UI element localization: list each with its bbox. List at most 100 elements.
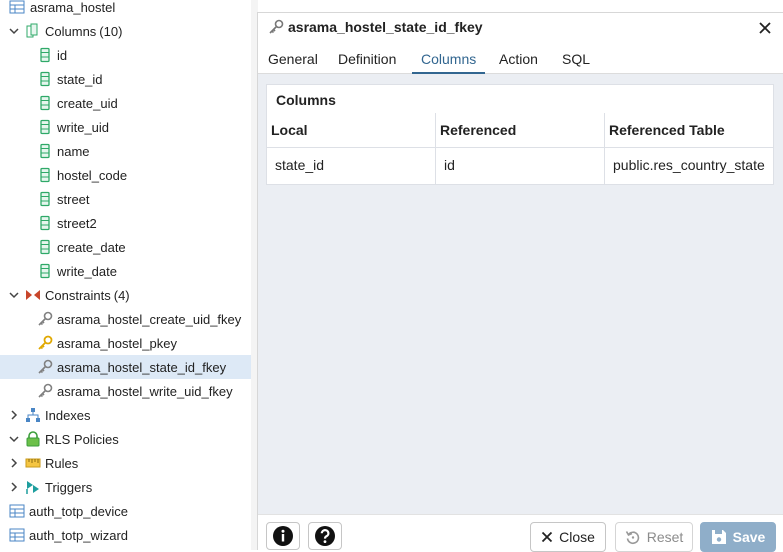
indexes-icon (25, 407, 41, 423)
foreign-key-icon (37, 311, 53, 327)
tab-action[interactable]: Action (490, 49, 547, 74)
tree-item-rules[interactable]: Rules (0, 451, 257, 475)
column-name: name (57, 144, 90, 159)
tree-item-table[interactable]: auth_totp_wizard (0, 523, 257, 547)
indexes-label: Indexes (45, 408, 91, 423)
tree-item-table[interactable]: asrama_hostel (0, 0, 257, 19)
table-icon (9, 527, 25, 543)
chevron-down-icon[interactable] (7, 283, 21, 307)
columns-panel: Columns Local Referenced Referenced Tabl… (266, 84, 774, 185)
chevron-down-icon[interactable] (7, 427, 21, 451)
reset-button[interactable]: Reset (615, 522, 693, 552)
constraints-icon (25, 287, 41, 303)
column-name: write_date (57, 264, 117, 279)
constraints-node-label: Constraints (45, 288, 111, 303)
tree-item-column[interactable]: write_date (0, 259, 257, 283)
close-icon[interactable] (755, 18, 775, 38)
triggers-icon (25, 479, 41, 495)
cell-local[interactable]: state_id (267, 157, 324, 173)
column-icon (37, 95, 53, 111)
tree-item-column[interactable]: hostel_code (0, 163, 257, 187)
column-icon (37, 191, 53, 207)
table-name: auth_totp_wizard (29, 528, 129, 543)
tree-item-column[interactable]: name (0, 139, 257, 163)
tree-item-constraint[interactable]: asrama_hostel_state_id_fkey (0, 355, 257, 379)
tree-item-constraint[interactable]: asrama_hostel_pkey (0, 331, 257, 355)
constraint-name: asrama_hostel_pkey (57, 336, 177, 351)
tab-columns[interactable]: Columns (412, 49, 486, 74)
tree-item-rls-policies[interactable]: RLS Policies (0, 427, 257, 451)
close-button[interactable]: Close (530, 522, 606, 552)
rules-label: Rules (45, 456, 79, 471)
constraint-name: asrama_hostel_write_uid_fkey (57, 384, 233, 399)
info-icon (273, 526, 293, 546)
rules-icon (25, 455, 41, 471)
help-button[interactable] (308, 522, 342, 550)
close-button-label: Close (559, 529, 595, 545)
constraint-name: asrama_hostel_state_id_fkey (57, 360, 227, 375)
tree-item-constraints[interactable]: Constraints (4) (0, 283, 257, 307)
column-name: id (57, 48, 68, 63)
help-icon (315, 526, 335, 546)
column-divider (435, 113, 436, 185)
chevron-right-icon[interactable] (7, 475, 21, 499)
tree-item-table[interactable]: auth_totp_device (0, 499, 257, 523)
column-header-local: Local (271, 122, 308, 138)
close-icon (541, 531, 553, 543)
constraints-count: (4) (113, 288, 130, 303)
info-button[interactable] (266, 522, 300, 550)
column-icon (37, 143, 53, 159)
tree-item-column[interactable]: write_uid (0, 115, 257, 139)
tree-item-column[interactable]: state_id (0, 67, 257, 91)
table-name: asrama_hostel (30, 0, 116, 15)
tree-item-column[interactable]: street (0, 187, 257, 211)
panel-title: Columns (276, 92, 336, 108)
save-button[interactable]: Save (700, 522, 776, 552)
dialog-title: asrama_hostel_state_id_fkey (288, 19, 483, 35)
tree-item-column[interactable]: create_date (0, 235, 257, 259)
column-header-referenced: Referenced (440, 122, 517, 138)
columns-icon (25, 23, 41, 39)
tab-general[interactable]: General (259, 49, 327, 74)
columns-count: (10) (99, 24, 123, 39)
tab-sql[interactable]: SQL (553, 49, 599, 74)
tab-definition[interactable]: Definition (329, 49, 405, 74)
column-divider (604, 113, 605, 185)
table-name: auth_totp_device (29, 504, 129, 519)
column-icon (37, 47, 53, 63)
column-name: street2 (57, 216, 97, 231)
constraint-dialog: asrama_hostel_state_id_fkey General Defi… (257, 12, 783, 552)
tree-item-triggers[interactable]: Triggers (0, 475, 257, 499)
triggers-label: Triggers (45, 480, 93, 495)
column-icon (37, 71, 53, 87)
tree-item-column[interactable]: street2 (0, 211, 257, 235)
cell-referenced-table[interactable]: public.res_country_state (605, 157, 765, 173)
chevron-down-icon[interactable] (7, 19, 21, 43)
column-name: state_id (57, 72, 103, 87)
foreign-key-icon (37, 359, 53, 375)
table-icon (9, 0, 25, 15)
header-divider (267, 147, 773, 148)
reset-icon (625, 531, 639, 545)
save-icon (711, 530, 726, 544)
dialog-body: Columns Local Referenced Referenced Tabl… (258, 74, 783, 514)
column-icon (37, 239, 53, 255)
column-icon (37, 167, 53, 183)
tree-item-constraint[interactable]: asrama_hostel_write_uid_fkey (0, 379, 257, 403)
foreign-key-icon (268, 19, 284, 35)
chevron-right-icon[interactable] (7, 451, 21, 475)
chevron-right-icon[interactable] (7, 403, 21, 427)
tree-item-column[interactable]: id (0, 43, 257, 67)
column-name: hostel_code (57, 168, 128, 183)
tree-item-column[interactable]: create_uid (0, 91, 257, 115)
column-name: create_date (57, 240, 126, 255)
tree-item-constraint[interactable]: asrama_hostel_create_uid_fkey (0, 307, 257, 331)
dialog-header[interactable]: asrama_hostel_state_id_fkey (258, 13, 783, 44)
tree-item-indexes[interactable]: Indexes (0, 403, 257, 427)
column-name: write_uid (57, 120, 110, 135)
dialog-tabs: General Definition Columns Action SQL (258, 44, 783, 74)
cell-referenced[interactable]: id (436, 157, 455, 173)
tree-item-columns[interactable]: Columns (10) (0, 19, 257, 43)
columns-node-label: Columns (45, 24, 97, 39)
save-button-label: Save (732, 529, 766, 545)
